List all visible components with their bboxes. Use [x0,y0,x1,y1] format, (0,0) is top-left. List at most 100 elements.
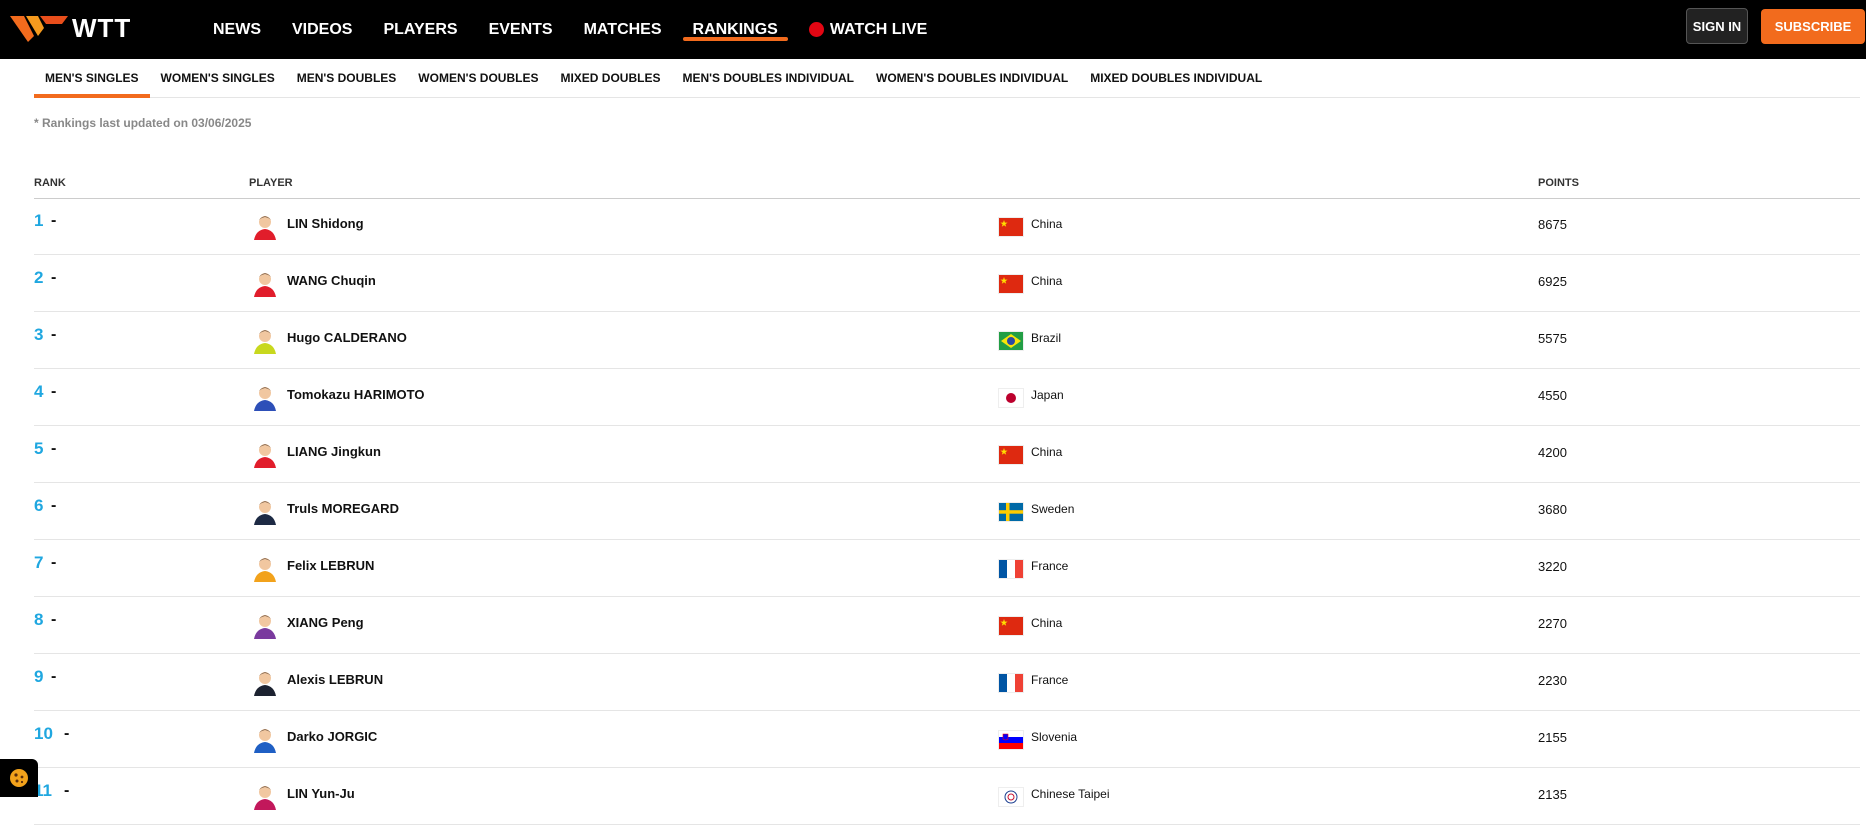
player-points: 6925 [1538,274,1567,289]
rank-change: - [51,326,57,343]
cookie-icon [10,769,28,787]
player-points: 5575 [1538,331,1567,346]
rank-number: 3 [34,325,44,344]
player-name-link[interactable]: Hugo CALDERANO [287,330,407,345]
nav-players[interactable]: PLAYERS [373,0,467,59]
rank-number: 10 [34,724,53,743]
player-avatar[interactable] [250,210,280,240]
rank-change: - [51,440,57,457]
rank-number: 2 [34,268,44,287]
player-avatar[interactable] [250,495,280,525]
rank-number: 1 [34,211,44,230]
player-avatar[interactable] [250,438,280,468]
nav-news[interactable]: NEWS [203,0,271,59]
rank-change: - [51,554,57,571]
rank-number: 5 [34,439,44,458]
rank-change: - [51,611,57,628]
rankings-table-body: 1- LIN Shidong China 8675 2- WANG Chuqin China… [34,198,1860,825]
player-points: 2230 [1538,673,1567,688]
nav-videos[interactable]: VIDEOS [282,0,362,59]
player-avatar[interactable] [250,381,280,411]
player-name-link[interactable]: XIANG Peng [287,615,364,630]
player-points: 2135 [1538,787,1567,802]
player-country: Slovenia [1031,730,1078,744]
player-avatar[interactable] [250,723,280,753]
rank-change: - [64,782,70,799]
table-row[interactable]: 4- Tomokazu HARIMOTO Japan 4550 [34,369,1860,426]
player-name-link[interactable]: Felix LEBRUN [287,558,374,573]
player-name-link[interactable]: LIANG Jingkun [287,444,381,459]
player-points: 4550 [1538,388,1567,403]
player-name-link[interactable]: Alexis LEBRUN [287,672,383,687]
player-avatar[interactable] [250,552,280,582]
china-flag-icon [999,446,1023,464]
header-player: PLAYER [249,177,293,189]
player-name-link[interactable]: Tomokazu HARIMOTO [287,387,424,402]
rank-change: - [51,668,57,685]
nav-watch-live-label: WATCH LIVE [829,20,928,38]
player-avatar[interactable] [250,267,280,297]
player-name-link[interactable]: Truls MOREGARD [287,501,399,516]
player-country: France [1031,673,1069,687]
nav-matches[interactable]: MATCHES [574,0,672,59]
brand-name: WTT [72,12,132,43]
table-row[interactable]: 5- LIANG Jingkun China 4200 [34,426,1860,483]
table-row[interactable]: 2- WANG Chuqin China 6925 [34,255,1860,312]
player-country: Sweden [1031,502,1075,516]
rank-number: 4 [34,382,44,401]
rank-change: - [51,269,57,286]
sign-in-button[interactable]: SIGN IN [1686,8,1748,44]
france-flag-icon [999,560,1023,578]
player-points: 2155 [1538,730,1567,745]
rank-number: 7 [34,553,44,572]
player-name-link[interactable]: LIN Yun-Ju [287,786,355,801]
rankings-category-tabs: MEN'S SINGLES WOMEN'S SINGLES MEN'S DOUB… [34,59,1860,98]
tab-womens-doubles-individual[interactable]: WOMEN'S DOUBLES INDIVIDUAL [865,59,1079,97]
japan-flag-icon [999,389,1023,407]
player-country: China [1031,445,1063,459]
tab-mixed-doubles-individual[interactable]: MIXED DOUBLES INDIVIDUAL [1079,59,1273,97]
tab-womens-doubles[interactable]: WOMEN'S DOUBLES [407,59,549,97]
china-flag-icon [999,275,1023,293]
tab-womens-singles[interactable]: WOMEN'S SINGLES [150,59,286,97]
player-country: China [1031,616,1063,630]
live-dot-icon [808,22,824,37]
player-points: 2270 [1538,616,1567,631]
wtt-logo[interactable]: WTT [10,10,131,46]
player-avatar[interactable] [250,609,280,639]
player-country: Japan [1031,388,1064,402]
rank-number: 6 [34,496,44,515]
france-flag-icon [999,674,1023,692]
table-row[interactable]: 9- Alexis LEBRUN France 2230 [34,654,1860,711]
rank-number: 9 [34,667,44,686]
nav-events[interactable]: EVENTS [479,0,563,59]
tab-mens-singles[interactable]: MEN'S SINGLES [34,59,150,98]
wtt-logo-icon [10,16,68,42]
cookie-settings-button[interactable] [0,759,38,797]
player-points: 8675 [1538,217,1567,232]
player-name-link[interactable]: LIN Shidong [287,216,364,231]
player-name-link[interactable]: WANG Chuqin [287,273,376,288]
table-row[interactable]: 8- XIANG Peng China 2270 [34,597,1860,654]
tab-mens-doubles[interactable]: MEN'S DOUBLES [286,59,408,97]
table-row[interactable]: 10- Darko JORGIC Slovenia 2155 [34,711,1860,768]
table-row[interactable]: 1- LIN Shidong China 8675 [34,198,1860,255]
player-avatar[interactable] [250,666,280,696]
china-flag-icon [999,617,1023,635]
player-points: 3680 [1538,502,1567,517]
rank-change: - [64,725,70,742]
player-country: China [1031,274,1063,288]
subscribe-button[interactable]: SUBSCRIBE [1761,9,1865,44]
player-country: Chinese Taipei [1031,787,1110,801]
table-row[interactable]: 7- Felix LEBRUN France 3220 [34,540,1860,597]
nav-watch-live[interactable]: WATCH LIVE [799,0,937,59]
tab-mens-doubles-individual[interactable]: MEN'S DOUBLES INDIVIDUAL [671,59,865,97]
table-row[interactable]: 3- Hugo CALDERANO Brazil 5575 [34,312,1860,369]
tab-mixed-doubles[interactable]: MIXED DOUBLES [549,59,671,97]
table-row[interactable]: 6- Truls MOREGARD Sweden 3680 [34,483,1860,540]
player-avatar[interactable] [250,780,280,810]
rank-change: - [51,383,57,400]
player-name-link[interactable]: Darko JORGIC [287,729,377,744]
nav-rankings[interactable]: RANKINGS [682,0,789,59]
player-avatar[interactable] [250,324,280,354]
